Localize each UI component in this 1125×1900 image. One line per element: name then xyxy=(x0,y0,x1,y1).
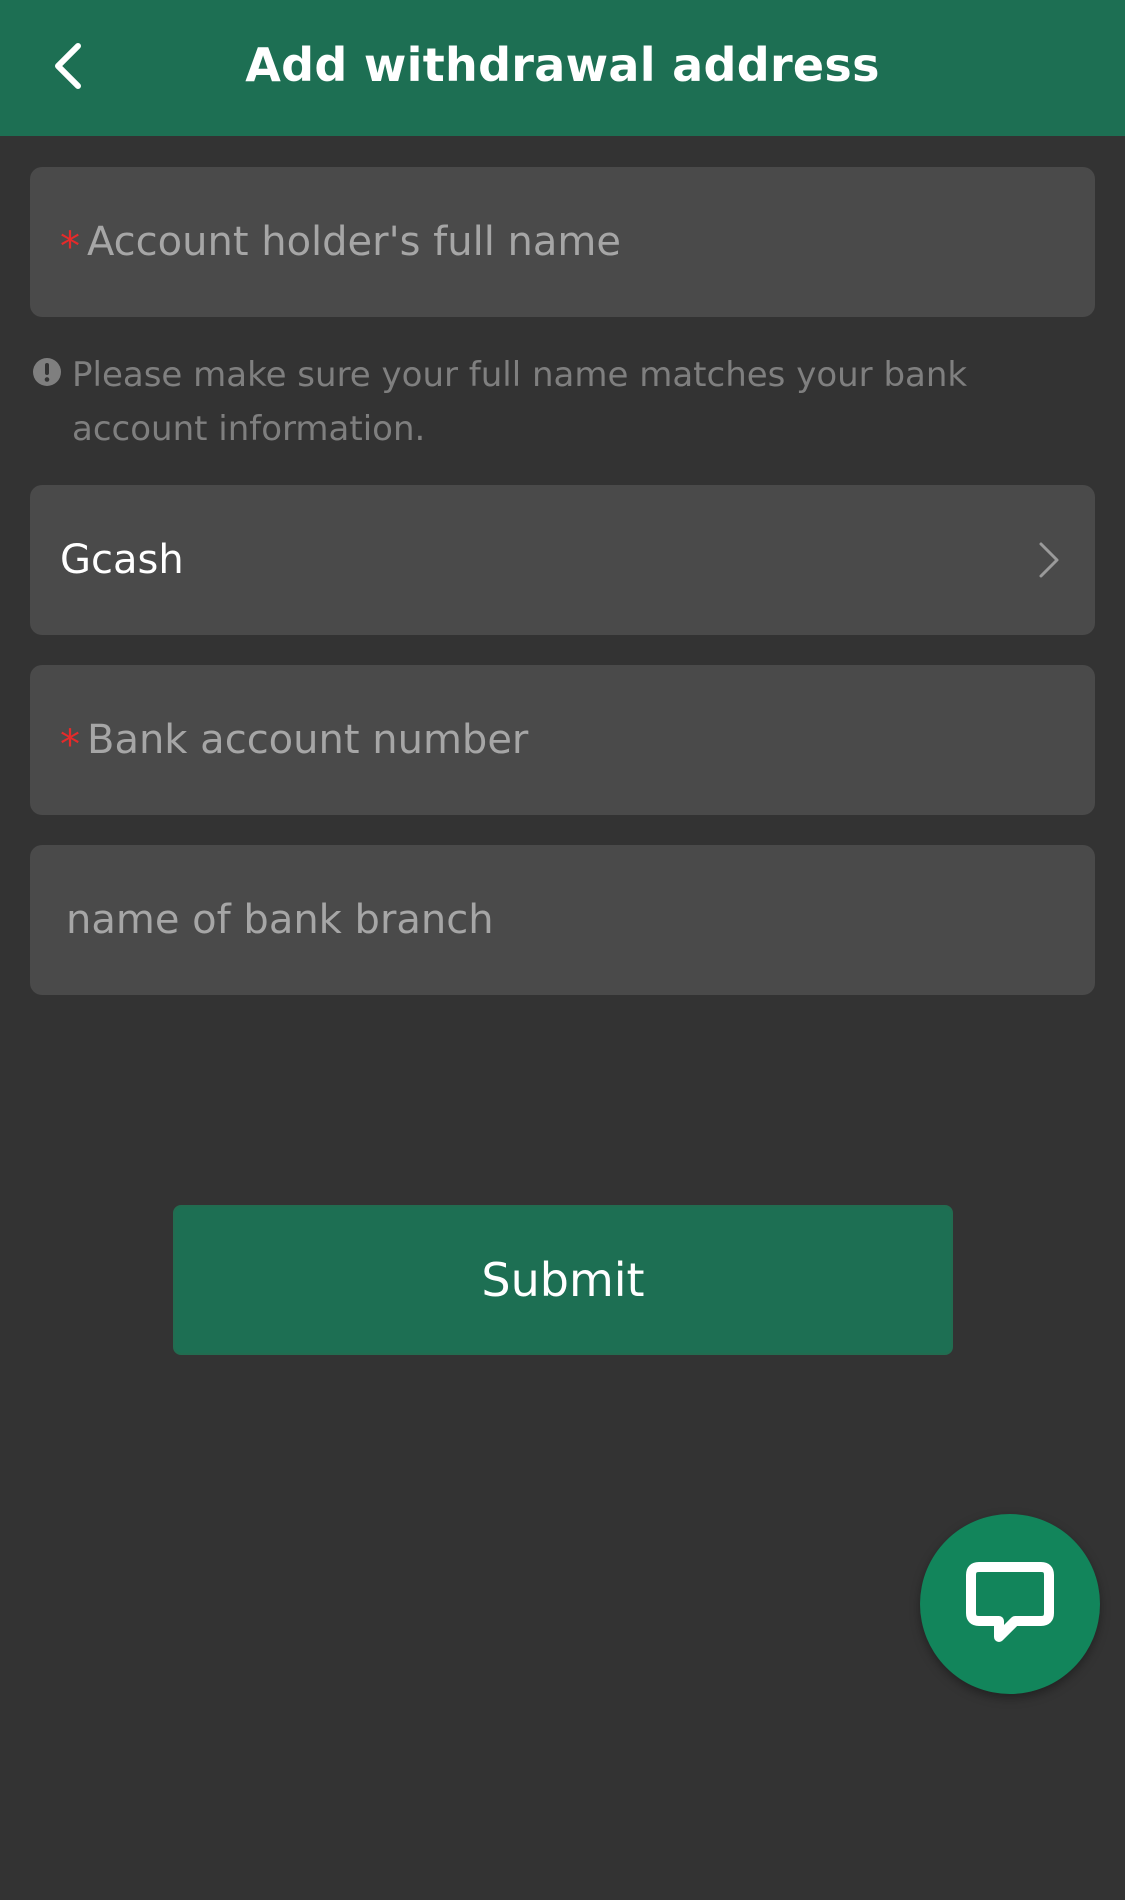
account-number-input[interactable] xyxy=(30,665,1095,815)
name-hint: Please make sure your full name matches … xyxy=(32,348,1102,456)
withdrawal-address-page: Add withdrawal address * Please make sur… xyxy=(0,0,1125,1900)
bank-select[interactable]: Gcash xyxy=(30,485,1095,635)
hint-text: Please make sure your full name matches … xyxy=(72,355,968,449)
chevron-right-icon xyxy=(1039,542,1059,578)
chat-support-button[interactable] xyxy=(920,1514,1100,1694)
exclamation-circle-icon xyxy=(33,358,61,386)
full-name-field[interactable]: * xyxy=(30,167,1095,317)
chat-bubble-icon xyxy=(966,1562,1054,1642)
bank-branch-field[interactable] xyxy=(30,845,1095,995)
account-number-field[interactable]: * xyxy=(30,665,1095,815)
top-bar: Add withdrawal address xyxy=(0,0,1125,136)
submit-button[interactable]: Submit xyxy=(173,1205,953,1355)
bank-branch-input[interactable] xyxy=(30,845,1095,995)
bank-select-value: Gcash xyxy=(60,537,184,583)
page-title: Add withdrawal address xyxy=(245,38,880,92)
full-name-input[interactable] xyxy=(30,167,1095,317)
